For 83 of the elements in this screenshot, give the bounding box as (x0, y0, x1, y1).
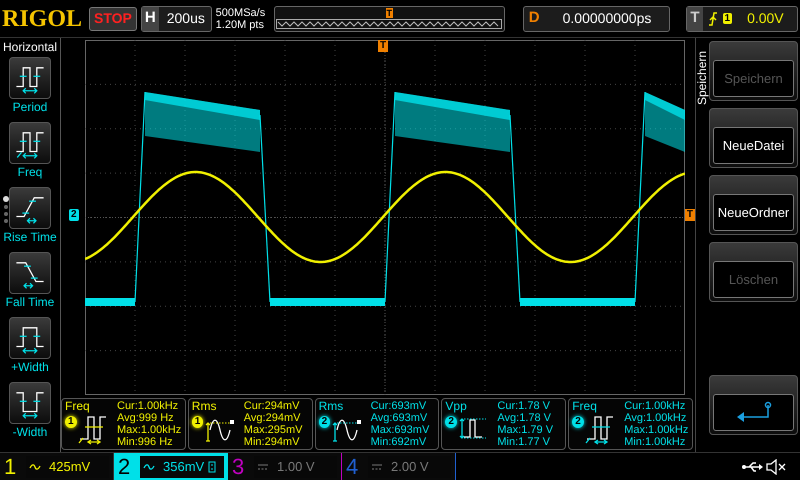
measure-menu-item[interactable]: Period (9, 57, 51, 120)
channel-tab[interactable]: 3 1.00 V (228, 453, 342, 480)
channel-badge: 2 (318, 416, 330, 428)
memory-depth: 1.20M pts (216, 18, 265, 30)
measurement-value: Avg:693mV (370, 412, 428, 424)
channel-badge: 1 (192, 416, 204, 428)
measurement-value: Avg:294mV (244, 412, 302, 424)
dc-coupling-icon (371, 462, 383, 470)
waveform-overview-icon (276, 18, 502, 28)
trigger-position-marker: T (386, 8, 393, 18)
menu-button[interactable]: NeueOrdner (709, 175, 798, 235)
measure-menu-item[interactable]: Freq (9, 122, 51, 185)
menu-title: Horizontal (2, 39, 58, 55)
channel-number: 1 (4, 456, 18, 478)
measurement-value: Avg:1.78 V (497, 412, 552, 424)
trigger-position-marker: T (378, 40, 388, 52)
channel-offset-marker: 2 (69, 209, 79, 221)
channel-scale: 2.00 V (391, 458, 429, 476)
usb-icon[interactable] (741, 460, 763, 472)
channel-tab[interactable]: 2 356mV (114, 453, 228, 480)
channel-scale: 1.00 V (277, 458, 315, 476)
measurement-panel[interactable]: Rms 2 Cur:693mV Avg:693mV Max:693mV Min:692mV (314, 398, 440, 450)
trigger-key: T (687, 6, 702, 30)
measurement-value: Max:693mV (370, 424, 430, 436)
measurement-value: Max:295mV (244, 424, 302, 436)
measurement-value: Max:1.00kHz (117, 424, 182, 436)
dc-coupling-icon (257, 462, 269, 470)
measurement-panel[interactable]: Vpp 2 Cur:1.78 V Avg:1.78 V Max:1.79 V Min:1.77 V (441, 398, 566, 450)
measurement-name: Rms (192, 399, 218, 413)
channel-badge: 2 (445, 416, 457, 428)
trigger-box[interactable]: T 1 0.00V (686, 6, 798, 32)
menu-button[interactable]: NeueDatei (709, 108, 798, 168)
delay-key: D (524, 7, 545, 30)
measurement-value: Min:1.77 V (497, 436, 551, 448)
measure-menu-item[interactable]: Rise Time (3, 187, 57, 250)
measurement-value: Avg:1.00kHz (624, 412, 688, 424)
ac-coupling-icon (29, 462, 41, 470)
measurement-value: Max:1.79 V (497, 424, 554, 436)
channel-number: 2 (118, 456, 132, 478)
timebase-key: H (142, 6, 159, 30)
measurement-value: Cur:294mV (244, 400, 300, 412)
measurement-value: Min:692mV (370, 436, 428, 448)
measurement-panel[interactable]: Freq 1 Cur:1.00kHz Avg:999 Hz Max:1.00kHz Min:996 Hz (61, 398, 186, 450)
timebase-box[interactable]: H 200us (140, 6, 212, 32)
trigger-level-marker: T (684, 209, 695, 221)
measurement-name: Rms (318, 399, 344, 413)
back-button[interactable] (709, 375, 798, 435)
trigger-source-badge: 1 (722, 13, 732, 24)
delay-box[interactable]: D 0.00000000ps (522, 6, 670, 32)
delay-value: 0.00000000ps (562, 9, 652, 28)
trigger-level: 0.00V (747, 9, 784, 28)
muted-speaker-icon[interactable] (766, 458, 786, 474)
measurement-name: Freq (572, 399, 598, 413)
measurement-name: Vpp (445, 399, 468, 413)
channel-scale: 356mV (163, 458, 204, 476)
channel-tab[interactable]: 1 425mV (0, 453, 114, 480)
measurement-value: Max:1.00kHz (624, 424, 688, 436)
measurement-name: Freq (65, 399, 91, 413)
channel-scale: 425mV (49, 458, 90, 476)
channel-number: 3 (232, 456, 246, 478)
measurement-value: Avg:999 Hz (117, 412, 175, 424)
measurement-value: Min:294mV (244, 436, 300, 448)
measure-menu-item[interactable]: +Width (9, 317, 51, 380)
rising-edge-icon (708, 12, 718, 26)
measurement-panel[interactable]: Freq 2 Cur:1.00kHz Avg:1.00kHz Max:1.00kHz Min:1.00kHz (568, 398, 693, 450)
measurement-value: Min:1.00kHz (624, 436, 686, 448)
measurement-value: Cur:693mV (370, 400, 428, 412)
channel-badge: 2 (572, 416, 584, 428)
channel-number: 4 (346, 456, 360, 478)
menu-title: Speichern (696, 50, 709, 105)
ac-coupling-icon (143, 462, 155, 470)
brand-logo: RIGOL (2, 6, 82, 30)
measure-menu-item[interactable]: -Width (9, 382, 51, 445)
measurement-value: Min:996 Hz (117, 436, 174, 448)
timebase-value: 200us (166, 9, 205, 28)
measurement-value: Cur:1.00kHz (117, 400, 180, 412)
measure-menu-item[interactable]: Fall Time (6, 252, 54, 315)
measurement-value: Cur:1.78 V (497, 400, 551, 412)
channel-tab[interactable]: 4 2.00 V (342, 453, 456, 480)
sample-rate: 500MSa/s (216, 6, 266, 18)
channel-badge: 1 (65, 416, 77, 428)
measurement-value: Cur:1.00kHz (624, 400, 686, 412)
measurement-panel[interactable]: Rms 1 Cur:294mV Avg:294mV Max:295mV Min:294mV (188, 398, 313, 450)
